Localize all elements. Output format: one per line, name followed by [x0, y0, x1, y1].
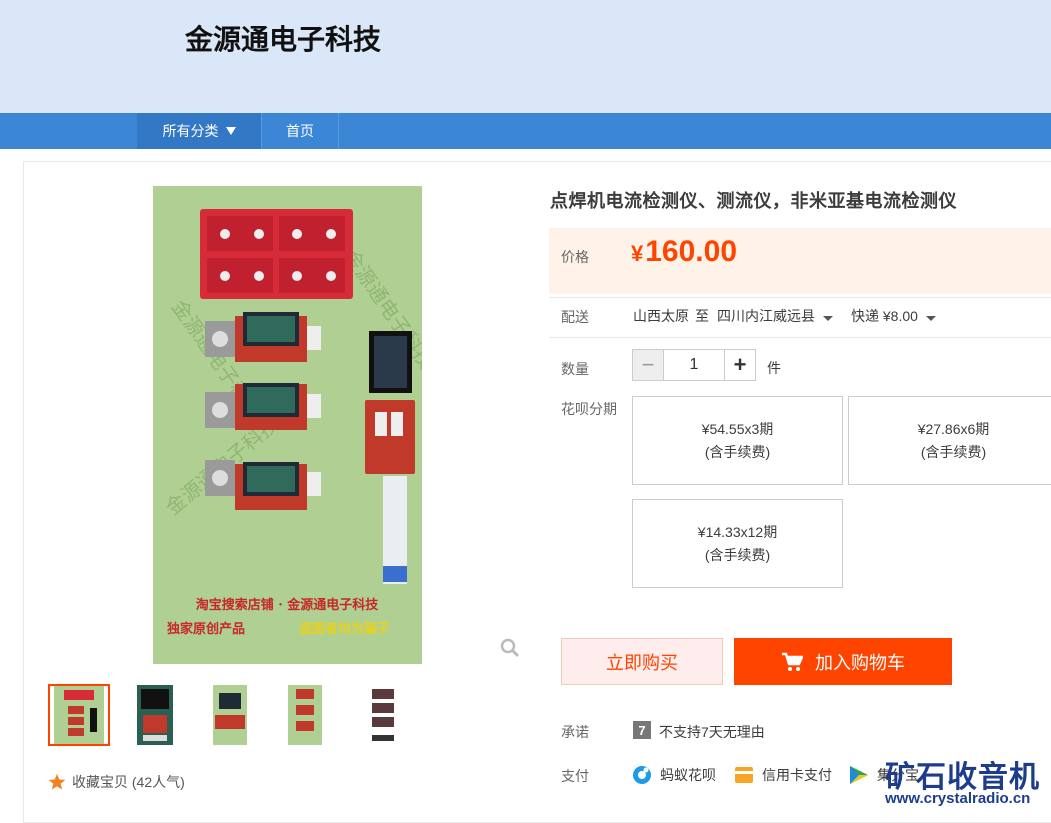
buy-now-button[interactable]: 立即购买 — [561, 638, 723, 685]
thumbnail-2[interactable] — [124, 684, 186, 746]
thumbnail-image — [368, 685, 398, 745]
installment-note: (含手续费) — [920, 443, 987, 460]
thumbnail-4[interactable] — [274, 684, 336, 746]
quantity-input[interactable]: 1 — [664, 349, 724, 381]
quantity-unit: 件 — [767, 360, 781, 376]
shop-name[interactable]: 金源通电子科技 — [185, 18, 381, 58]
installment-option-12[interactable]: ¥14.33x12期 (含手续费) — [632, 499, 843, 588]
quantity-increase-button[interactable]: + — [724, 349, 756, 381]
thumbnail-image — [137, 685, 173, 745]
caret-down-icon — [823, 316, 833, 321]
shipping-method: 快递 ¥8.00 — [851, 308, 918, 324]
shipping-method-select[interactable]: 快递 ¥8.00 — [851, 306, 936, 326]
promise-label: 承诺 — [561, 724, 589, 740]
main-product-image[interactable]: 金源通电子科技 金源通电子科技 金源通电子科技 — [153, 186, 422, 664]
quantity-label: 数量 — [561, 361, 589, 377]
cart-icon — [782, 652, 803, 671]
photo-caption-line2: 独家原创产品 — [167, 621, 245, 637]
thumbnail-image — [213, 685, 247, 745]
site-watermark-url: www.crystalradio.cn — [885, 790, 1031, 807]
price-currency: ¥ — [631, 241, 644, 266]
installment-amount: ¥54.55x3期 — [701, 420, 774, 437]
installment-amount: ¥27.86x6期 — [917, 420, 990, 437]
credit-card-icon — [735, 767, 753, 783]
caret-down-icon — [225, 127, 236, 135]
jifenbao-icon — [850, 766, 868, 784]
shipping-info: 山西太原 至 四川内江威远县 快递 ¥8.00 — [633, 306, 936, 326]
installment-note: (含手续费) — [704, 546, 771, 563]
divider — [549, 337, 1051, 338]
shipping-destination: 四川内江威远县 — [717, 308, 815, 324]
shipping-destination-select[interactable]: 四川内江威远县 — [717, 306, 833, 326]
installment-option-3[interactable]: ¥54.55x3期 (含手续费) — [632, 396, 843, 485]
nav-bar: 所有分类 首页 — [0, 113, 1051, 149]
shop-header: 金源通电子科技 — [0, 0, 1051, 113]
quantity-decrease-button[interactable]: − — [632, 349, 664, 381]
thumbnail-3[interactable] — [199, 684, 261, 746]
seven-day-icon: 7 — [633, 721, 651, 739]
payment-huabei[interactable]: 蚂蚁花呗 — [632, 765, 716, 785]
huabei-icon — [633, 766, 651, 784]
shipping-origin: 山西太原 — [633, 308, 689, 324]
favorite-button[interactable]: 收藏宝贝 (42人气) — [48, 772, 185, 792]
nav-all-categories-label: 所有分类 — [162, 123, 219, 139]
payment-method-label: 信用卡支付 — [762, 767, 832, 783]
price-box: 价格 ¥160.00 — [549, 228, 1051, 294]
zoom-icon[interactable] — [500, 638, 520, 658]
divider — [549, 297, 1051, 298]
price-label: 价格 — [561, 249, 589, 265]
price-value: ¥160.00 — [631, 235, 737, 269]
shipping-to: 至 — [695, 308, 709, 324]
star-icon — [48, 773, 66, 790]
promise-text[interactable]: 不支持7天无理由 — [659, 722, 765, 742]
caret-down-icon — [925, 316, 936, 321]
installment-note: (含手续费) — [704, 443, 771, 460]
thumbnail-image — [54, 686, 104, 744]
photo-caption-line1: 淘宝搜索店铺 · 金源通电子科技 — [196, 597, 380, 613]
photo-caption-highlight: 盗图者均为骗子 — [299, 621, 390, 637]
payment-method-label: 蚂蚁花呗 — [660, 767, 716, 783]
favorite-label: 收藏宝贝 (42人气) — [72, 774, 185, 790]
thumbnail-5[interactable] — [352, 684, 414, 746]
product-title: 点焊机电流检测仪、测流仪，非米亚基电流检测仪 — [550, 191, 957, 211]
add-to-cart-label: 加入购物车 — [815, 652, 905, 673]
thumbnail-1[interactable] — [48, 684, 110, 746]
installment-option-6[interactable]: ¥27.86x6期 (含手续费) — [848, 396, 1051, 485]
add-to-cart-button[interactable]: 加入购物车 — [734, 638, 952, 685]
payment-label: 支付 — [561, 768, 589, 784]
installment-label: 花呗分期 — [561, 401, 617, 417]
product-photo: 金源通电子科技 金源通电子科技 金源通电子科技 — [153, 186, 422, 664]
nav-all-categories[interactable]: 所有分类 — [137, 113, 261, 149]
installment-amount: ¥14.33x12期 — [697, 523, 778, 540]
thumbnail-image — [288, 685, 322, 745]
price-number: 160.00 — [645, 235, 738, 268]
nav-home[interactable]: 首页 — [261, 113, 339, 149]
payment-credit-card[interactable]: 信用卡支付 — [734, 765, 832, 785]
shipping-label: 配送 — [561, 309, 589, 325]
